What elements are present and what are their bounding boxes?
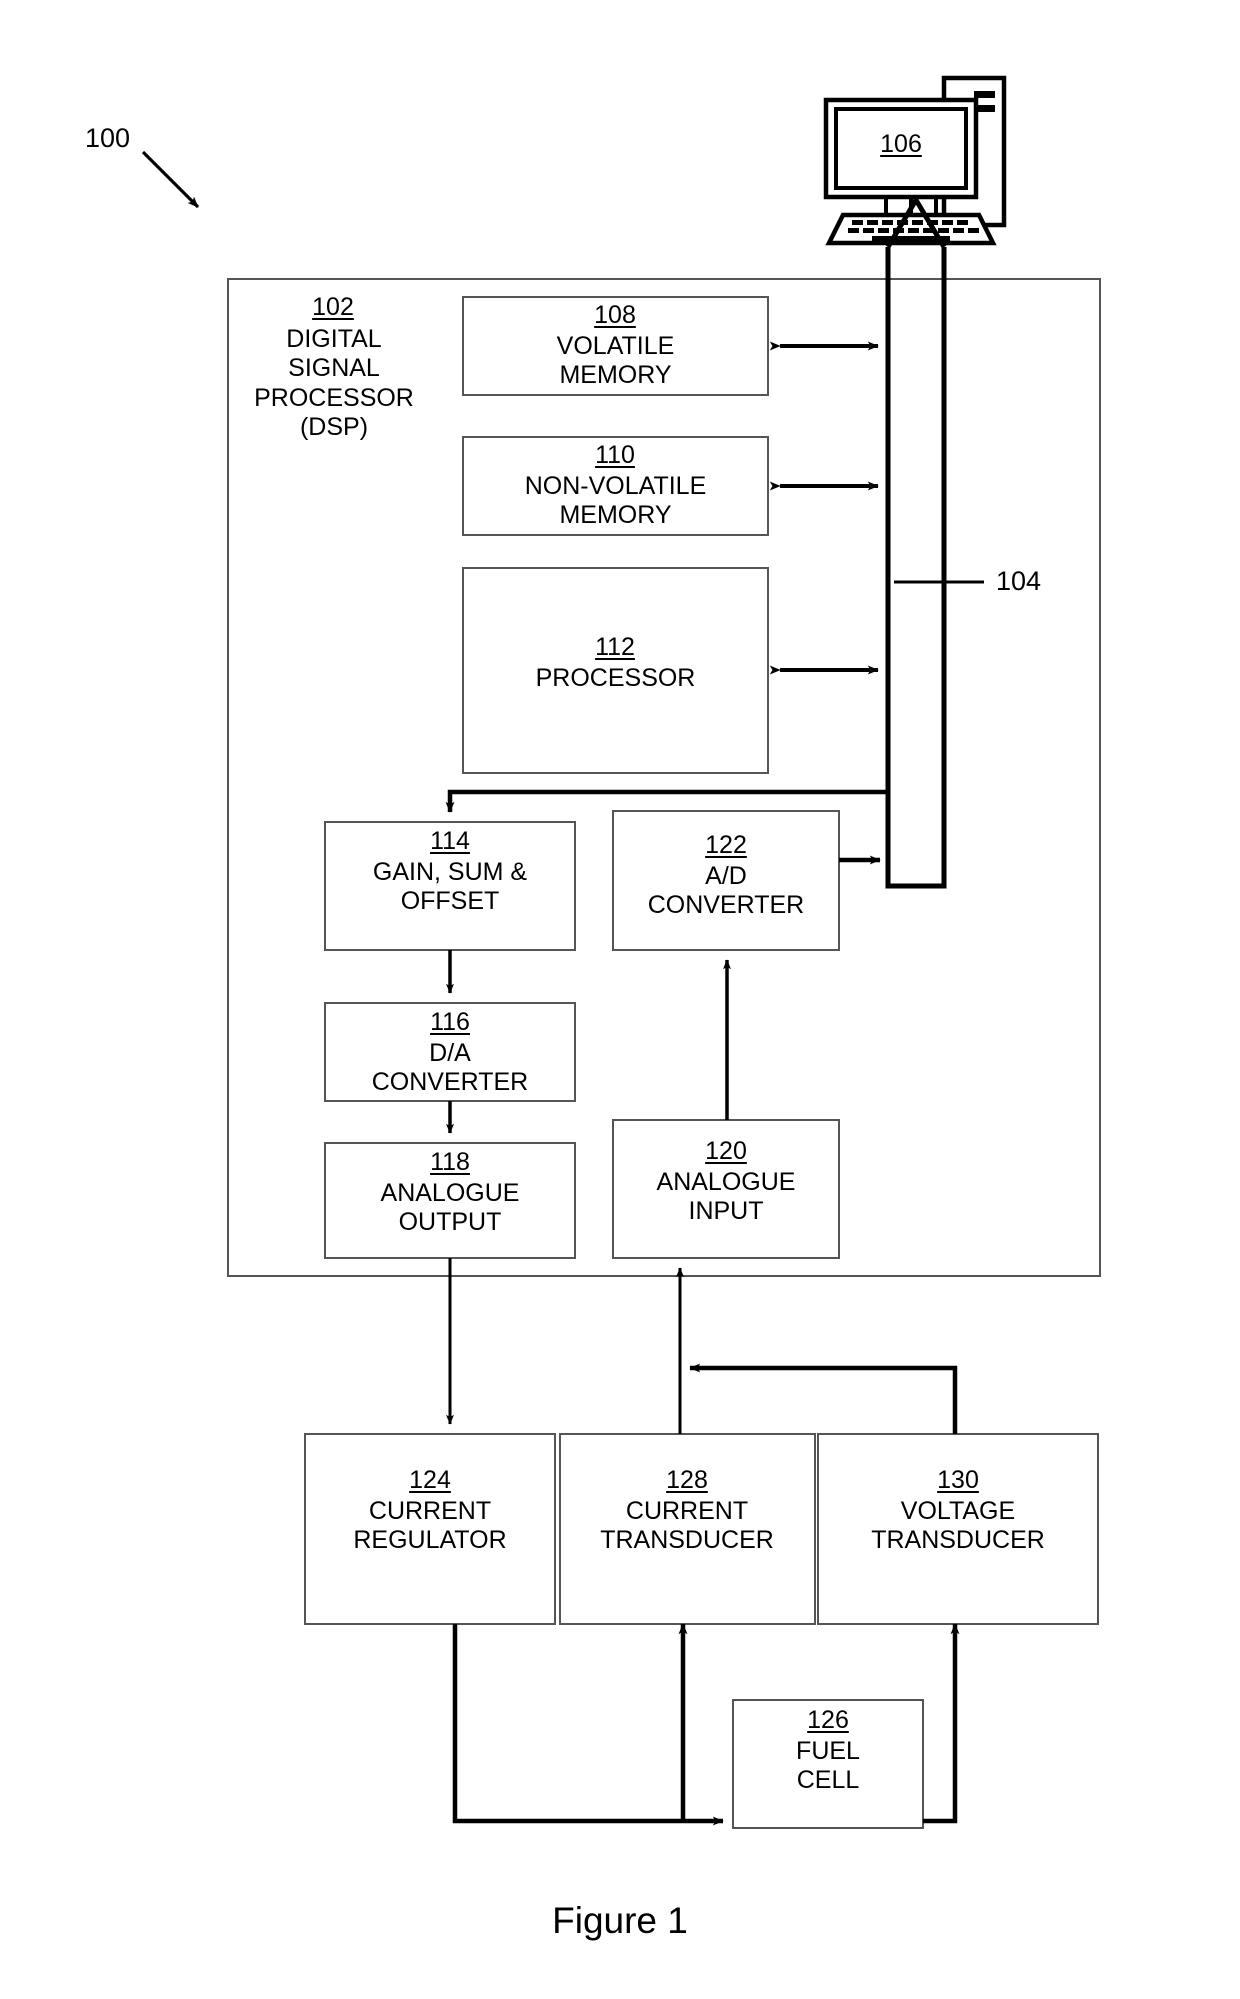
block-112-label: PROCESSOR (535, 664, 696, 692)
block-126-label: FUEL CELL (796, 1737, 860, 1795)
block-130-ref: 130 (937, 1466, 979, 1494)
dsp-ref-label: 102 (312, 293, 354, 321)
block-124-label: CURRENT REGULATOR (353, 1497, 507, 1555)
system-lead-line (141, 150, 200, 209)
arrow-126-130 (923, 1623, 960, 1824)
block-126-ref: 126 (807, 1706, 849, 1734)
block-130-label: VOLTAGE TRANSDUCER (871, 1497, 1045, 1555)
block-120-ref: 120 (705, 1137, 747, 1165)
block-110-ref: 110 (595, 441, 635, 469)
block-128-ref: 128 (666, 1466, 708, 1494)
bus-ref-label: 104 (996, 566, 1042, 596)
block-118-ref: 118 (430, 1148, 470, 1176)
block-128-label: CURRENT TRANSDUCER (600, 1497, 774, 1555)
dsp-label: DIGITAL SIGNAL PROCESSOR (DSP) (254, 325, 414, 441)
block-122-ref: 122 (705, 831, 747, 859)
block-122-label: A/D CONVERTER (647, 862, 805, 920)
figure-caption: Figure 1 (552, 1900, 688, 1941)
diagram-svg (141, 75, 1101, 1829)
block-120-label: ANALOGUE INPUT (656, 1168, 796, 1226)
block-116-ref: 116 (430, 1008, 470, 1036)
figure-canvas: 100 104 106 102 DIGITAL SIGNAL PROCESSOR… (0, 0, 1240, 1999)
block-118-label: ANALOGUE OUTPUT (380, 1179, 520, 1237)
block-112-ref: 112 (595, 633, 635, 661)
system-ref-label: 100 (85, 123, 131, 153)
block-108-ref: 108 (594, 301, 636, 329)
block-114-ref: 114 (430, 827, 470, 855)
desktop-computer-icon (823, 75, 1007, 246)
block-114-label: GAIN, SUM & OFFSET (372, 858, 528, 916)
block-116-label: D/A CONVERTER (371, 1039, 529, 1097)
block-110-label: NON-VOLATILE MEMORY (524, 472, 707, 530)
bus-104 (885, 195, 984, 889)
block-108-label: VOLATILE MEMORY (556, 332, 675, 390)
block-124-ref: 124 (409, 1466, 451, 1494)
arrow-130-120 (689, 1363, 958, 1434)
computer-ref-label: 106 (880, 130, 922, 158)
arrow-bus-114 (445, 789, 886, 813)
